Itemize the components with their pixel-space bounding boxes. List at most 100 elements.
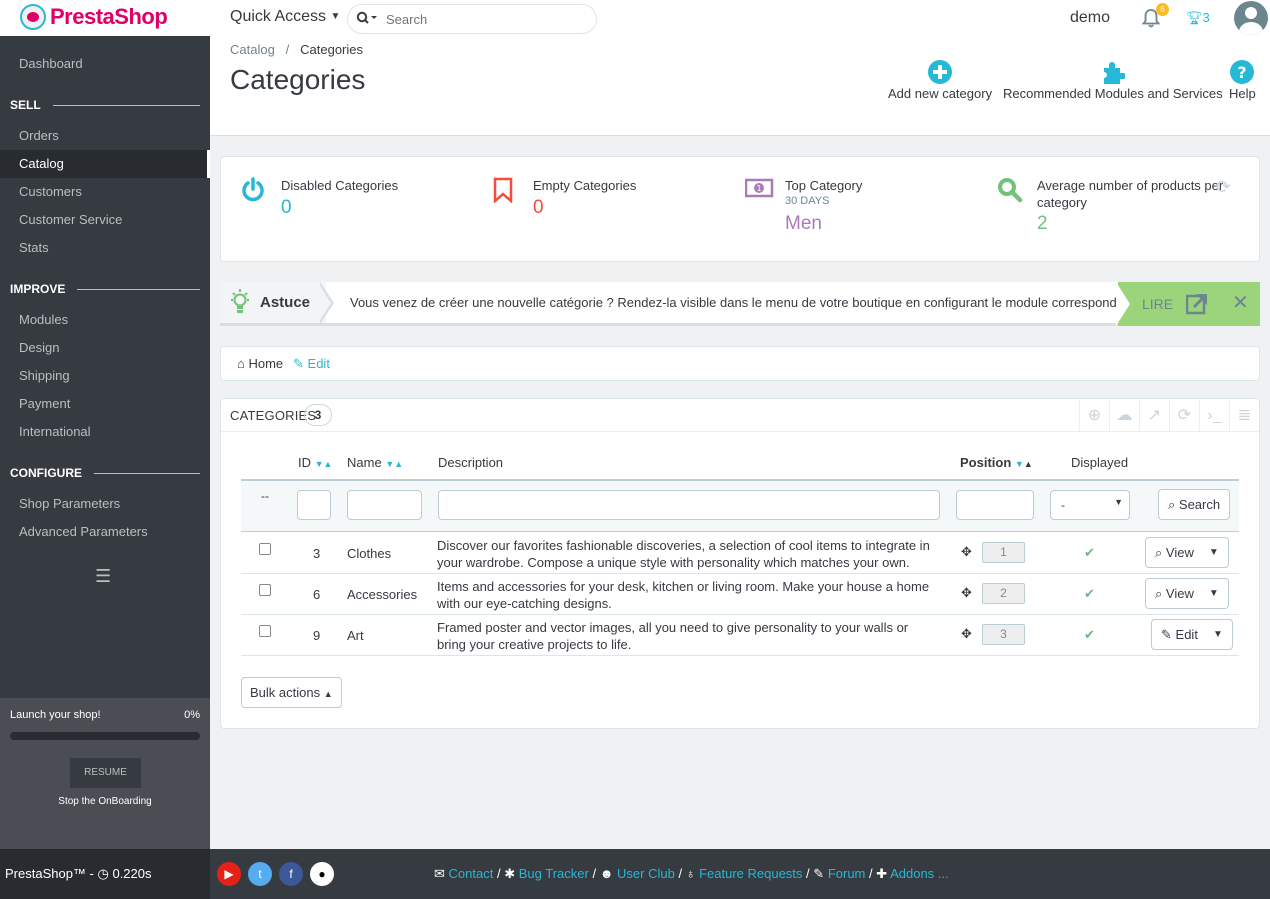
view-button[interactable]: ⌕ View ▼ (1145, 578, 1229, 609)
edit-home-link[interactable]: ✎ Edit (293, 356, 330, 372)
avatar[interactable] (1234, 1, 1268, 35)
close-tip-icon[interactable]: ✕ (1232, 290, 1249, 315)
add-new-icon[interactable]: ⊕ (1079, 399, 1109, 432)
sidebar-item-orders[interactable]: Orders (0, 122, 210, 150)
puzzle-icon (1103, 62, 1125, 84)
sort-desc-icon[interactable]: ▼ (315, 459, 324, 469)
breadcrumb-current: Categories (300, 42, 363, 57)
database-icon[interactable]: ≣ (1229, 399, 1259, 432)
filter-id-input[interactable] (297, 490, 331, 520)
refresh-list-icon[interactable]: ⟳ (1169, 399, 1199, 432)
footer-link-user-club[interactable]: User Club (617, 866, 675, 881)
export-icon[interactable]: ↗ (1139, 399, 1169, 432)
caret-down-icon[interactable]: ▼ (1200, 588, 1228, 599)
collapse-menu-icon[interactable]: ☰ (95, 566, 115, 587)
add-category-button[interactable]: Add new category (888, 60, 992, 101)
row-description: Items and accessories for your desk, kit… (437, 579, 930, 611)
sidebar-item-shop-parameters[interactable]: Shop Parameters (0, 490, 210, 518)
drag-handle-icon[interactable]: ✥ (961, 585, 972, 601)
footer-version: PrestaShop™ - ◷ 0.220s (0, 849, 210, 899)
column-header-position[interactable]: Position ▼▲ (960, 455, 1033, 470)
caret-down-icon[interactable]: ▼ (1204, 629, 1232, 640)
footer-link-bug-tracker[interactable]: Bug Tracker (519, 866, 589, 881)
svg-text:?: ? (1238, 63, 1247, 82)
sidebar-item-payment[interactable]: Payment (0, 390, 210, 418)
sidebar-item-stats[interactable]: Stats (0, 234, 210, 262)
home-category-link[interactable]: ⌂ Home (237, 356, 283, 371)
filter-position-input[interactable] (956, 490, 1034, 520)
quick-access-dropdown[interactable]: Quick Access ▼ (230, 8, 340, 26)
drag-handle-icon[interactable]: ✥ (961, 626, 972, 642)
enabled-check-icon[interactable]: ✔ (1084, 627, 1095, 643)
sort-desc-icon[interactable]: ▼ (1015, 459, 1024, 469)
trophy-link[interactable]: 🏆︎3 (1186, 10, 1210, 26)
resume-button[interactable]: RESUME (70, 758, 141, 788)
footer-link-feature-requests[interactable]: Feature Requests (699, 866, 802, 881)
row-checkbox[interactable] (259, 543, 271, 555)
view-button[interactable]: ⌕ View ▼ (1145, 537, 1229, 568)
filter-displayed-select[interactable]: - ▼ (1050, 490, 1130, 520)
enabled-check-icon[interactable]: ✔ (1084, 545, 1095, 561)
sidebar-item-catalog[interactable]: Catalog (0, 150, 210, 178)
enabled-check-icon[interactable]: ✔ (1084, 586, 1095, 602)
table-row[interactable]: 3 Clothes Discover our favorites fashion… (241, 533, 1239, 574)
sort-desc-icon[interactable]: ▼ (385, 459, 394, 469)
github-icon[interactable]: ● (310, 862, 334, 886)
caret-down-icon[interactable]: ▼ (1200, 547, 1228, 558)
twitter-icon[interactable]: t (248, 862, 272, 886)
sidebar-item-international[interactable]: International (0, 418, 210, 446)
sidebar-section-configure: CONFIGURE (10, 466, 200, 480)
external-link-icon[interactable] (1186, 293, 1208, 315)
breadcrumb-catalog[interactable]: Catalog (230, 42, 275, 57)
facebook-icon[interactable]: f (279, 862, 303, 886)
sidebar-section-sell: SELL (10, 98, 200, 112)
sidebar: Dashboard SELL Orders Catalog Customers … (0, 36, 210, 849)
row-description: Framed poster and vector images, all you… (437, 620, 909, 652)
row-checkbox[interactable] (259, 625, 271, 637)
prestashop-logo[interactable]: PrestaShop (20, 4, 168, 30)
cloud-upload-icon[interactable]: ☁ (1109, 399, 1139, 432)
sidebar-item-shipping[interactable]: Shipping (0, 362, 210, 390)
sidebar-item-customer-service[interactable]: Customer Service (0, 206, 210, 234)
sidebar-item-modules[interactable]: Modules (0, 306, 210, 334)
magnifier-icon (998, 178, 1023, 203)
help-button[interactable]: ? Help (1229, 60, 1256, 101)
table-row[interactable]: 6 Accessories Items and accessories for … (241, 574, 1239, 615)
sort-asc-icon[interactable]: ▲ (1024, 459, 1033, 469)
table-row[interactable]: 9 Art Framed poster and vector images, a… (241, 615, 1239, 656)
sidebar-item-customers[interactable]: Customers (0, 178, 210, 206)
column-header-name[interactable]: Name ▼▲ (347, 455, 403, 470)
lightbulb-icon (231, 289, 249, 313)
sort-asc-icon[interactable]: ▲ (394, 459, 403, 469)
stop-onboarding-link[interactable]: Stop the OnBoarding (0, 796, 210, 807)
filter-name-input[interactable] (347, 490, 422, 520)
caret-down-icon: ▼ (330, 11, 341, 22)
edit-button[interactable]: ✎ Edit ▼ (1151, 619, 1233, 650)
sidebar-item-dashboard[interactable]: Dashboard (0, 50, 210, 78)
svg-text:1: 1 (756, 184, 761, 193)
refresh-icon[interactable]: ⟳ (1216, 177, 1231, 198)
footer-link-addons[interactable]: Addons ... (890, 866, 949, 881)
search-input[interactable] (386, 11, 586, 27)
row-checkbox[interactable] (259, 584, 271, 596)
column-header-id[interactable]: ID ▼▲ (298, 455, 332, 470)
sql-query-icon[interactable]: ›_ (1199, 399, 1229, 432)
list-toolbar: ⊕ ☁ ↗ ⟳ ›_ ≣ (1079, 399, 1259, 432)
footer-link-contact[interactable]: Contact (449, 866, 494, 881)
filter-search-button[interactable]: ⌕ Search (1158, 489, 1231, 520)
sidebar-item-advanced-parameters[interactable]: Advanced Parameters (0, 518, 210, 546)
bulk-actions-button[interactable]: Bulk actions ▲ (241, 677, 342, 708)
page-header: Catalog / Categories Categories Add new … (210, 36, 1270, 136)
notification-count-badge: 6 (1156, 3, 1169, 16)
sidebar-item-design[interactable]: Design (0, 334, 210, 362)
recommended-modules-button[interactable]: Recommended Modules and Services (1003, 60, 1223, 101)
footer-link-forum[interactable]: Forum (828, 866, 866, 881)
drag-handle-icon[interactable]: ✥ (961, 544, 972, 560)
search-icon[interactable] (348, 11, 386, 28)
read-tip-link[interactable]: LIRE (1142, 296, 1173, 312)
employee-name[interactable]: demo (1070, 9, 1110, 27)
youtube-icon[interactable]: ▶ (217, 862, 241, 886)
sort-asc-icon[interactable]: ▲ (324, 459, 333, 469)
filter-description-input[interactable] (438, 490, 940, 520)
view-icon: ⌕ (1155, 544, 1163, 560)
